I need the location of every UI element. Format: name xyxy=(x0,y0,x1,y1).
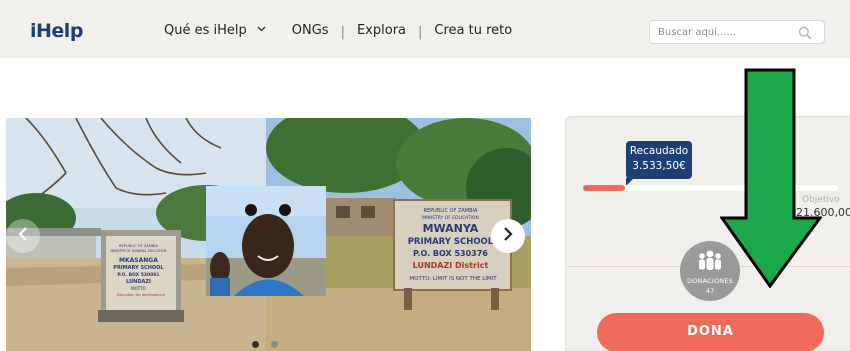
sign-left-line: Education for development xyxy=(117,293,166,297)
sign-right-line: REPUBLIC OF ZAMBIA xyxy=(423,208,478,214)
nav-separator: | xyxy=(418,25,423,40)
sign-right-line: PRIMARY SCHOOL xyxy=(408,237,494,247)
ihelp-logo[interactable]: iHelp xyxy=(30,20,83,42)
top-navbar: iHelp Qué es iHelp ONGs | Explora | Crea… xyxy=(0,0,850,58)
nav-item-que-es-ihelp[interactable]: Qué es iHelp xyxy=(164,23,266,38)
carousel-next-button[interactable] xyxy=(491,219,525,253)
project-image-carousel: REPUBLIC OF ZAMBIA MINISTRY OF GENERAL E… xyxy=(6,118,531,351)
sign-left-line: MINISTRY OF GENERAL EDUCATION xyxy=(110,249,167,253)
nav-item-ongs[interactable]: ONGs xyxy=(292,23,329,38)
nav-item-explora[interactable]: Explora xyxy=(357,23,406,38)
down-arrow-icon xyxy=(720,68,822,288)
raised-tooltip: Recaudado 3.533,50€ xyxy=(626,141,692,186)
sign-left-line: MOTTO xyxy=(131,286,146,291)
carousel-prev-button[interactable] xyxy=(6,219,40,253)
sign-left-line: MKASANGA xyxy=(119,257,158,264)
raised-amount: 3.533,50€ xyxy=(632,160,686,172)
chevron-down-icon xyxy=(257,24,266,35)
donations-count: 47 xyxy=(705,287,715,295)
search-box xyxy=(649,20,825,44)
main-nav: Qué es iHelp ONGs | Explora | Crea tu re… xyxy=(164,23,512,40)
sign-left-line: REPUBLIC OF ZAMBIA xyxy=(119,244,158,248)
carousel-dots xyxy=(252,341,278,348)
carousel-dot[interactable] xyxy=(271,341,278,348)
sign-left-line: P.O. BOX 530081 xyxy=(117,272,159,278)
nav-item-label: Qué es iHelp xyxy=(164,23,247,38)
chevron-right-icon xyxy=(502,226,514,246)
sign-left-line: PRIMARY SCHOOL xyxy=(113,265,164,271)
progress-fill xyxy=(583,185,625,191)
nav-item-crea-tu-reto[interactable]: Crea tu reto xyxy=(434,23,512,38)
sign-right-line: MOTTO: LIMIT IS NOT THE LIMIT xyxy=(409,276,497,282)
page: iHelp Qué es iHelp ONGs | Explora | Crea… xyxy=(0,0,850,351)
nav-item-label: ONGs xyxy=(291,23,329,38)
sign-right-line: MWANYA xyxy=(423,222,479,235)
sign-right-line: LUNDAZI District xyxy=(413,261,489,270)
sign-right-line: P.O. BOX 530376 xyxy=(413,249,488,258)
carousel-dot[interactable] xyxy=(252,341,259,348)
raised-label: Recaudado xyxy=(629,145,689,157)
nav-item-label: Crea tu reto xyxy=(434,23,513,38)
carousel-slide-image: REPUBLIC OF ZAMBIA MINISTRY OF GENERAL E… xyxy=(6,118,531,351)
chevron-left-icon xyxy=(17,226,29,246)
donate-button[interactable]: DONA xyxy=(597,313,824,351)
nav-separator: | xyxy=(340,25,345,40)
search-icon[interactable] xyxy=(798,25,812,40)
sign-right-line: MINISTRY OF EDUCATION xyxy=(422,215,479,221)
sign-left-line: LUNDAZI xyxy=(126,279,151,285)
nav-item-label: Explora xyxy=(356,23,407,38)
search-input[interactable] xyxy=(658,24,798,40)
